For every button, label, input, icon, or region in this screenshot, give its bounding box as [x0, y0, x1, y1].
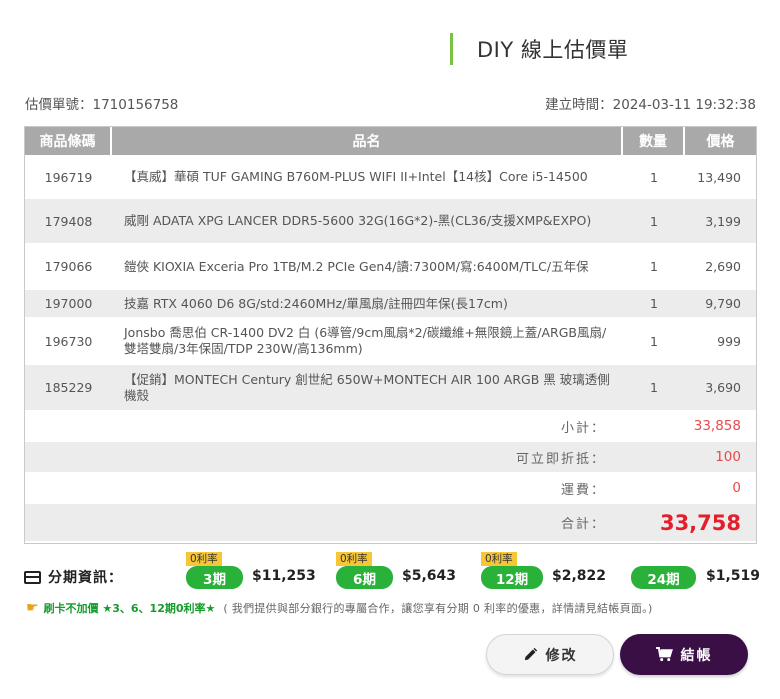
- installment-plan-12: 0利率 12期 $2,822: [481, 552, 611, 592]
- created-time-value: 2024-03-11 19:32:38: [612, 97, 756, 113]
- subtotal-row: 小計： 33,858: [25, 410, 756, 442]
- total-row: 合計： 33,758: [25, 504, 756, 541]
- created-time-label: 建立時間：: [545, 97, 613, 113]
- row-price: 999: [717, 333, 741, 349]
- row-name: 威剛 ADATA XPG LANCER DDR5-5600 32G(16G*2)…: [124, 213, 592, 228]
- term-pill: 3期: [186, 566, 243, 589]
- row-price: 3,690: [705, 380, 741, 395]
- row-name: 【真威】華碩 TUF GAMING B760M-PLUS WIFI II+Int…: [124, 169, 588, 184]
- row-qty: 1: [650, 169, 658, 185]
- zero-interest-badge: 0利率: [481, 552, 517, 566]
- row-name: 鎧俠 KIOXIA Exceria Pro 1TB/M.2 PCIe Gen4/…: [124, 258, 589, 274]
- page-title-area: DIY 線上估價單: [450, 33, 628, 65]
- quote-number-value: 1710156758: [92, 97, 179, 113]
- edit-button[interactable]: 修改: [486, 634, 614, 675]
- monthly-amount: $11,253: [252, 568, 316, 584]
- shipping-label: 運費：: [560, 482, 606, 498]
- table-row: 196719 【真威】華碩 TUF GAMING B760M-PLUS WIFI…: [25, 155, 756, 199]
- table-row: 179066 鎧俠 KIOXIA Exceria Pro 1TB/M.2 PCI…: [25, 243, 756, 290]
- row-name: Jonsbo 喬思伯 CR-1400 DV2 白 (6導管/9cm風扇*2/碳纖…: [124, 325, 607, 356]
- header-qty: 數量: [623, 127, 685, 155]
- row-qty: 1: [650, 259, 658, 274]
- total-value: 33,758: [659, 510, 741, 535]
- shipping-row: 運費： 0: [25, 472, 756, 504]
- pencil-icon: [524, 647, 537, 661]
- row-price: 3,199: [705, 213, 741, 229]
- pointing-hand-icon: ☛: [26, 600, 39, 616]
- row-price: 2,690: [705, 259, 741, 274]
- installment-plan-6: 0利率 6期 $5,643: [336, 552, 466, 592]
- header-price: 價格: [706, 134, 735, 150]
- quote-number: 估價單號：1710156758: [25, 93, 178, 113]
- promo-detail: ( 我們提供與部分銀行的專屬合作，讓您享有分期 0 利率的優惠，詳情請見結帳頁面…: [223, 602, 653, 615]
- header-name: 品名: [112, 127, 623, 155]
- page-title: DIY 線上估價單: [477, 38, 629, 62]
- row-price: 13,490: [697, 169, 741, 185]
- installment-plan-3: 0利率 3期 $11,253: [186, 552, 316, 592]
- checkout-button-label: 結帳: [680, 647, 713, 664]
- term-pill: 6期: [336, 566, 393, 589]
- monthly-amount: $2,822: [552, 568, 607, 584]
- quote-table: 商品條碼 品名 數量 價格 196719 【真威】華碩 TUF GAMING B…: [24, 126, 757, 544]
- row-price: 9,790: [705, 296, 741, 311]
- zero-interest-badge: 0利率: [336, 552, 372, 566]
- monthly-amount: $5,643: [402, 568, 457, 584]
- subtotal-value: 33,858: [693, 418, 741, 434]
- table-row: 197000 技嘉 RTX 4060 D6 8G/std:2460MHz/單風扇…: [25, 290, 756, 317]
- table-row: 179408 威剛 ADATA XPG LANCER DDR5-5600 32G…: [25, 199, 756, 243]
- row-qty: 1: [650, 333, 658, 349]
- row-qty: 1: [650, 380, 658, 395]
- shopping-cart-icon: [655, 647, 673, 662]
- row-name: 技嘉 RTX 4060 D6 8G/std:2460MHz/單風扇/註冊四年保(…: [124, 295, 508, 311]
- row-name: 【促銷】MONTECH Century 創世紀 650W+MONTECH AIR…: [124, 371, 610, 403]
- shipping-value: 0: [732, 480, 741, 496]
- installment-plan-24: 24期 $1,519: [631, 552, 761, 592]
- installment-label: 分期資訊：: [24, 567, 123, 587]
- promo-note: ☛ 刷卡不加價 ★3、6、12期0利率★ ( 我們提供與部分銀行的專屬合作，讓您…: [26, 600, 653, 616]
- row-barcode: 196719: [44, 169, 93, 185]
- term-pill: 12期: [481, 566, 543, 589]
- zero-interest-badge: 0利率: [186, 552, 222, 566]
- discount-row: 可立即折抵： 100: [25, 442, 756, 472]
- term-pill: 24期: [631, 566, 696, 589]
- row-barcode: 179066: [44, 259, 93, 274]
- installment-label-text: 分期資訊：: [48, 570, 123, 586]
- title-accent-bar: [450, 33, 453, 65]
- row-barcode: 179408: [44, 213, 93, 229]
- subtotal-label: 小計：: [560, 420, 606, 436]
- discount-label: 可立即折抵：: [515, 451, 606, 467]
- monthly-amount: $1,519: [706, 568, 761, 584]
- row-qty: 1: [650, 213, 658, 229]
- checkout-button[interactable]: 結帳: [620, 634, 748, 675]
- row-qty: 1: [650, 296, 658, 311]
- total-label: 合計：: [560, 517, 606, 532]
- header-barcode: 商品條碼: [25, 127, 112, 155]
- quote-number-label: 估價單號：: [25, 97, 93, 113]
- discount-value: 100: [715, 449, 741, 465]
- table-row: 185229 【促銷】MONTECH Century 創世紀 650W+MONT…: [25, 365, 756, 410]
- row-barcode: 197000: [44, 296, 93, 311]
- credit-card-icon: [24, 570, 41, 584]
- table-row: 196730 Jonsbo 喬思伯 CR-1400 DV2 白 (6導管/9cm…: [25, 317, 756, 365]
- promo-highlight: 刷卡不加價 ★3、6、12期0利率★: [43, 602, 216, 615]
- row-barcode: 196730: [44, 333, 93, 349]
- created-time: 建立時間：2024-03-11 19:32:38: [545, 93, 756, 113]
- row-barcode: 185229: [44, 380, 93, 395]
- edit-button-label: 修改: [545, 647, 578, 664]
- table-header: 商品條碼 品名 數量 價格: [25, 127, 756, 155]
